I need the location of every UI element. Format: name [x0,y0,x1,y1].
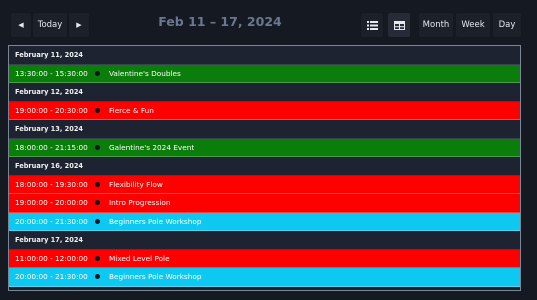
day-label: Day [498,20,516,30]
day-header: February 11, 2024 [9,46,520,65]
month-view-button[interactable]: Month [418,12,454,38]
event-row[interactable]: 20:00:00 - 21:30:00 Beginners Pole Worksh… [9,212,520,231]
event-title[interactable]: Intro Progression [109,198,171,207]
chevron-left-icon: ◀ [18,21,24,29]
event-row[interactable]: 13:30:00 - 15:30:00 Valentine's Doubles [9,64,520,83]
calendar-toolbar: ◀ Today ▶ Feb 11 – 17, 2024 Month Week D… [0,0,537,44]
day-header: February 17, 2024 [9,231,520,250]
event-dot-icon [95,274,100,280]
day-header: February 13, 2024 [9,120,520,139]
event-dot-icon [95,144,100,150]
event-row[interactable]: 18:00:00 - 21:15:00 Galentine's 2024 Even… [9,138,520,157]
event-dot-icon [95,200,100,206]
list-view-button[interactable] [360,12,384,38]
event-row[interactable]: 18:00:00 - 19:30:00 Flexibility Flow [9,175,520,194]
event-dot-cell [95,107,109,113]
event-dot-cell [95,144,109,150]
day-view-button[interactable]: Day [492,12,522,38]
event-dot-cell [95,274,109,280]
event-dot-icon [95,70,100,76]
event-title[interactable]: Galentine's 2024 Event [109,143,194,152]
event-time: 19:00:00 - 20:30:00 [15,105,88,115]
event-dot-cell [95,255,109,261]
event-dot-cell [95,70,109,76]
day-header: February 16, 2024 [9,157,520,176]
event-title[interactable]: Mixed Level Pole [109,254,170,263]
grid-icon [393,20,405,30]
grid-view-button[interactable] [387,12,411,38]
event-time: 18:00:00 - 21:15:00 [15,142,88,152]
event-dot-icon [95,181,100,187]
event-title[interactable]: Valentine's Doubles [109,69,181,78]
chevron-right-icon: ▶ [76,21,82,29]
event-dot-cell [95,218,109,224]
event-list: February 11, 2024 13:30:00 - 15:30:00 Vale… [8,45,521,291]
event-time: 13:30:00 - 15:30:00 [15,68,88,78]
event-dot-icon [95,218,100,224]
event-row[interactable]: 19:00:00 - 20:30:00 Fierce & Fun [9,101,520,120]
event-dot-icon [95,255,100,261]
event-time: 20:00:00 - 21:30:00 [15,272,88,282]
event-row[interactable]: 19:00:00 - 20:00:00 Intro Progression [9,194,520,213]
date-range-title: Feb 11 – 17, 2024 [158,14,282,29]
today-label: Today [37,20,63,30]
event-dot-icon [95,107,100,113]
event-title[interactable]: Beginners Pole Workshop [109,217,201,226]
event-title[interactable]: Beginners Pole Workshop [109,272,201,281]
event-title[interactable]: Fierce & Fun [109,106,154,115]
today-button[interactable]: Today [32,12,68,38]
event-time: 20:00:00 - 21:30:00 [15,216,88,226]
next-button[interactable]: ▶ [68,12,90,38]
event-dot-cell [95,181,109,187]
list-icon [366,20,378,30]
event-time: 11:00:00 - 12:00:00 [15,253,88,263]
week-label: Week [461,20,485,30]
event-row[interactable]: 11:00:00 - 12:00:00 Mixed Level Pole [9,249,520,268]
event-title[interactable]: Flexibility Flow [109,180,163,189]
event-dot-cell [95,200,109,206]
event-row[interactable]: 20:00:00 - 21:30:00 Beginners Pole Worksh… [9,268,520,287]
month-label: Month [422,20,450,30]
prev-button[interactable]: ◀ [10,12,32,38]
event-time: 18:00:00 - 19:30:00 [15,179,88,189]
week-view-button[interactable]: Week [455,12,491,38]
day-header: February 12, 2024 [9,83,520,102]
event-time: 19:00:00 - 20:00:00 [15,198,88,208]
